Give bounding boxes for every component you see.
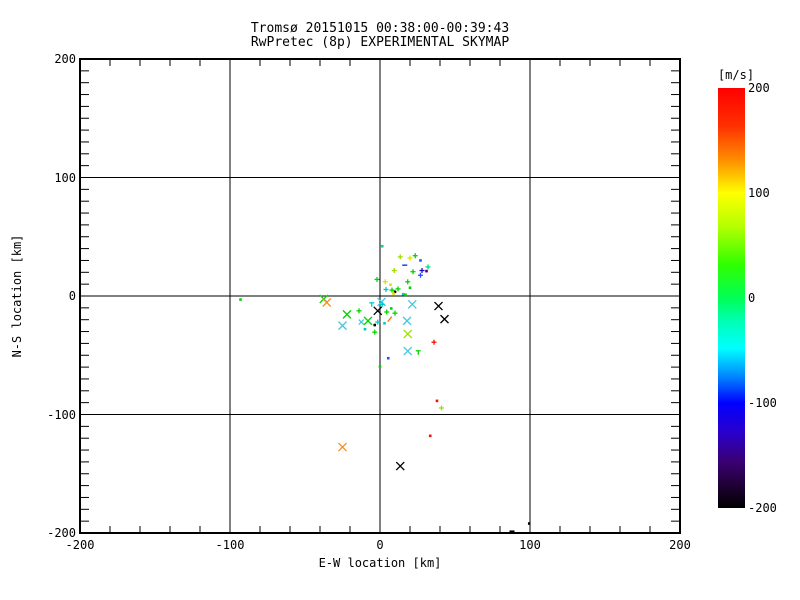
colorbar-tick-label: 0 (748, 291, 756, 305)
y-tick-label: 200 (54, 52, 76, 66)
data-point (378, 365, 382, 368)
data-point (363, 327, 367, 331)
x-tick-label: 200 (669, 538, 691, 552)
x-tick-label: -100 (215, 538, 245, 552)
data-point (380, 244, 384, 248)
data-point (386, 356, 390, 360)
data-point (373, 323, 377, 327)
y-tick-label: 100 (54, 170, 76, 185)
colorbar-tick-label: -200 (748, 501, 777, 515)
y-axis-title: N-S location [km] (10, 234, 24, 358)
colorbar-unit-label: [m/s] (717, 68, 755, 82)
data-point (383, 321, 386, 325)
data-point (425, 269, 428, 273)
x-axis-title: E-W location [km] (318, 556, 442, 570)
colorbar-tick-label: -100 (748, 396, 777, 410)
colorbar-tick-label: 200 (748, 81, 770, 95)
x-tick-label: 0 (376, 538, 384, 552)
data-point (389, 307, 393, 310)
skymap-figure: Tromsø 20151015 00:38:00-00:39:43 RwPret… (0, 0, 800, 600)
y-tick-label: 0 (68, 289, 76, 303)
data-point (404, 293, 407, 297)
data-point (389, 283, 392, 287)
data-point (527, 522, 531, 525)
x-tick-label: 100 (519, 538, 541, 552)
colorbar-tick-label: 100 (748, 186, 770, 200)
scatter-plot-area (79, 58, 681, 534)
data-point (239, 298, 242, 301)
data-point (401, 292, 405, 296)
data-point (428, 434, 432, 438)
y-tick-label: -200 (47, 526, 76, 540)
x-tick-label: -200 (65, 538, 95, 552)
data-point (408, 286, 412, 290)
plot-title-line2: RwPretec (8p) EXPERIMENTAL SKYMAP (250, 35, 510, 50)
data-point (419, 259, 422, 262)
plot-title-line1: Tromsø 20151015 00:38:00-00:39:43 (250, 21, 510, 36)
colorbar-gradient (718, 88, 745, 508)
data-point (392, 292, 395, 295)
y-tick-label: -100 (47, 407, 76, 422)
data-point (435, 399, 439, 403)
data-point (387, 316, 393, 323)
